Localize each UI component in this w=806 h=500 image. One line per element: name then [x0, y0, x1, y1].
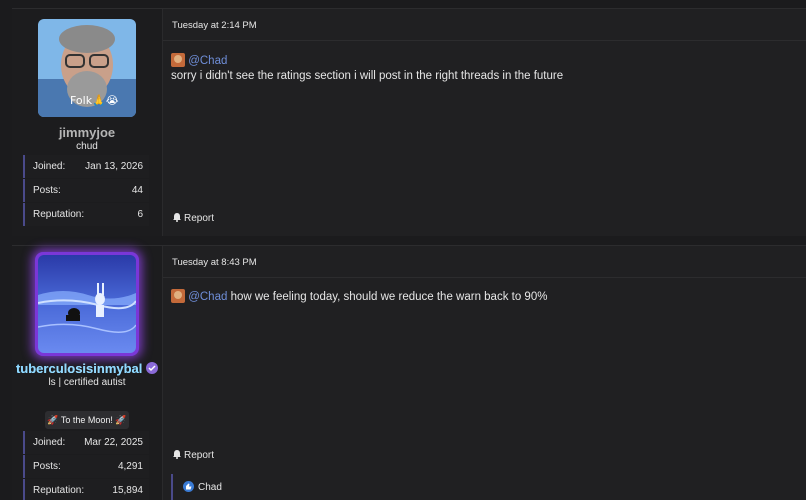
user-avatar[interactable]: Folk🙏😭	[38, 19, 136, 117]
user-mention-link[interactable]: @Chad	[188, 291, 227, 303]
bell-icon	[173, 213, 181, 222]
bell-icon	[173, 450, 181, 459]
user-banner: 🚀 To the Moon! 🚀	[45, 411, 129, 429]
report-link[interactable]: Report	[172, 449, 214, 461]
stat-posts: Posts: 44	[23, 179, 149, 202]
post-message: sorry i didn't see the ratings section i…	[171, 70, 564, 82]
user-title: ls | certified autist	[48, 377, 126, 388]
divider	[163, 40, 806, 41]
username[interactable]: jimmyjoe	[12, 125, 162, 140]
stat-value: 15,894	[112, 485, 143, 496]
post: Folk🙏😭 jimmyjoe chud Joined: Jan 13, 202…	[12, 8, 806, 236]
user-mention-link[interactable]: @Chad	[188, 55, 227, 67]
user-info-panel: tuberculosisinmybal ls | certified autis…	[12, 246, 162, 500]
username-text: tuberculosisinmybal	[15, 361, 143, 376]
mention-avatar	[171, 289, 185, 303]
stat-reputation: Reputation: 15,894	[23, 479, 149, 500]
post-date[interactable]: Tuesday at 2:14 PM	[172, 20, 257, 31]
stat-posts: Posts: 4,291	[23, 455, 149, 478]
mention-line: @Chad	[171, 53, 227, 67]
report-label: Report	[184, 213, 215, 224]
stat-value: Jan 13, 2026	[85, 161, 143, 172]
stat-label: Joined:	[33, 437, 66, 448]
stat-reputation: Reputation: 6	[23, 203, 149, 226]
stat-joined: Joined: Mar 22, 2025	[23, 431, 149, 454]
user-title: chud	[76, 141, 98, 152]
post-content: Tuesday at 2:14 PM @Chad sorry i didn't …	[162, 9, 806, 236]
post-date[interactable]: Tuesday at 8:43 PM	[172, 257, 257, 268]
user-avatar[interactable]	[38, 255, 136, 353]
post: tuberculosisinmybal ls | certified autis…	[12, 245, 806, 500]
post-content: Tuesday at 8:43 PM @Chad how we feeling …	[162, 246, 806, 500]
user-info-panel: Folk🙏😭 jimmyjoe chud Joined: Jan 13, 202…	[12, 9, 162, 236]
reactions-bar[interactable]: Chad	[171, 474, 806, 500]
like-icon	[183, 481, 194, 492]
stat-value: 44	[131, 185, 143, 196]
stat-label: Joined:	[33, 161, 66, 172]
avatar-caption: Folk🙏😭	[70, 94, 119, 107]
post-message-line: @Chad how we feeling today, should we re…	[171, 289, 547, 303]
stat-joined: Joined: Jan 13, 2026	[23, 155, 149, 178]
stat-value: 4,291	[117, 461, 143, 472]
divider	[163, 277, 806, 278]
username[interactable]: tuberculosisinmybal	[12, 361, 162, 376]
stat-label: Reputation:	[33, 209, 85, 220]
verified-badge-icon	[146, 362, 159, 374]
stat-label: Posts:	[33, 185, 61, 196]
stat-value: Mar 22, 2025	[84, 437, 143, 448]
report-link[interactable]: Report	[172, 212, 214, 224]
reaction-user[interactable]: Chad	[198, 482, 222, 493]
stat-label: Reputation:	[33, 485, 85, 496]
post-message: how we feeling today, should we reduce t…	[230, 291, 548, 303]
stat-label: Posts:	[33, 461, 61, 472]
stat-value: 6	[137, 209, 143, 220]
mention-avatar	[171, 53, 185, 67]
report-label: Report	[184, 450, 215, 461]
